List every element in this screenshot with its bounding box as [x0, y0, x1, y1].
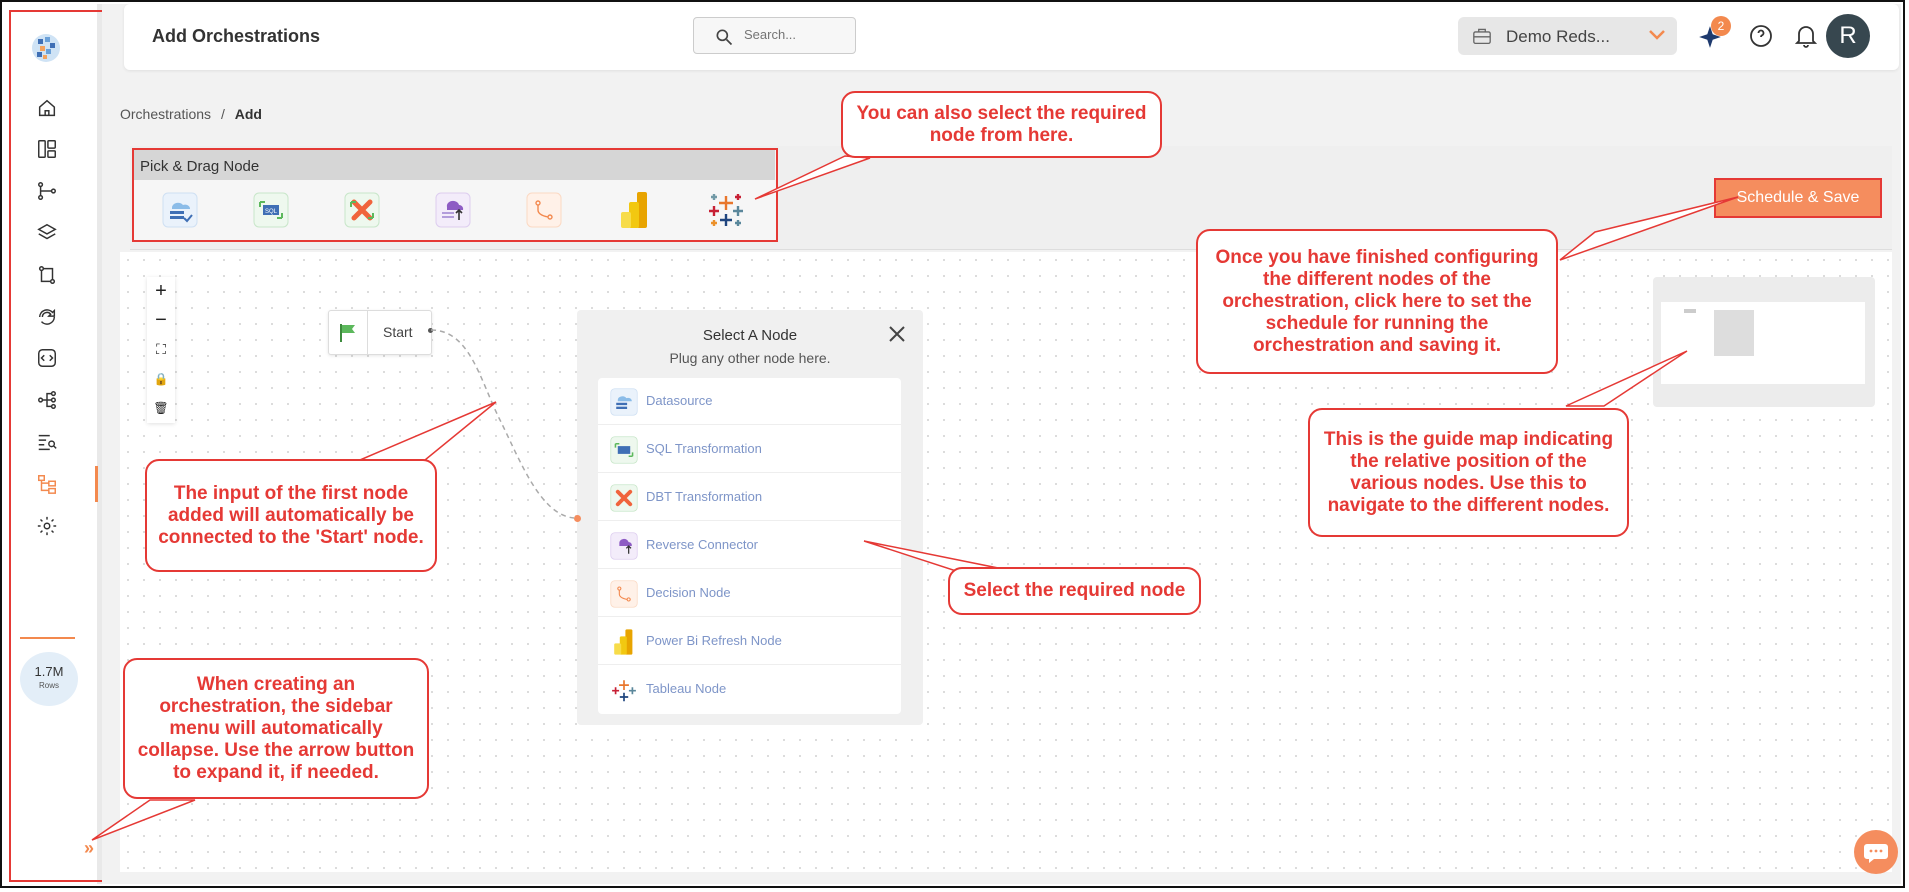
dashboard-icon[interactable]	[32, 134, 62, 164]
home-icon[interactable]	[32, 93, 62, 123]
powerbi-icon[interactable]	[615, 190, 655, 230]
callout-schedule: Once you have finished configuring the d…	[1196, 229, 1558, 374]
callout-sidebar: When creating an orchestration, the side…	[123, 658, 429, 799]
bell-icon[interactable]	[1795, 24, 1817, 48]
powerbi-icon	[610, 628, 638, 656]
help-icon[interactable]	[1749, 24, 1773, 48]
zoom-controls: + − ⛶ 🔒 🗑	[147, 277, 175, 423]
start-node[interactable]: Start	[328, 310, 432, 355]
breadcrumb-current: Add	[234, 106, 262, 122]
sql-icon	[610, 436, 638, 464]
chat-support-button[interactable]	[1854, 830, 1898, 874]
code-icon[interactable]	[32, 343, 62, 373]
query-icon[interactable]	[32, 427, 62, 457]
callout-pick-node: You can also select the required node fr…	[841, 91, 1162, 158]
notification-count-badge: 2	[1711, 16, 1731, 36]
minimap-node	[1684, 309, 1696, 313]
minimap-node	[1714, 310, 1754, 356]
sync-icon[interactable]	[32, 302, 62, 332]
workspace-label: Demo Reds...	[1506, 27, 1610, 46]
tableau-icon[interactable]	[706, 190, 746, 230]
active-indicator	[95, 466, 98, 502]
list-item-label: Datasource	[646, 393, 713, 408]
list-item-label: Power Bi Refresh Node	[646, 633, 782, 648]
callout-select: Select the required node	[948, 567, 1201, 615]
list-item[interactable]: Power Bi Refresh Node	[598, 617, 901, 665]
decision-icon[interactable]	[524, 190, 564, 230]
node-input-port[interactable]	[574, 515, 581, 522]
rows-usage-badge: 1.7M Rows	[20, 652, 78, 706]
lineage-icon[interactable]	[32, 385, 62, 415]
datasource-icon[interactable]	[160, 190, 200, 230]
list-item-label: Tableau Node	[646, 681, 727, 696]
rows-label: Rows	[38, 681, 59, 690]
list-item-label: DBT Transformation	[646, 489, 763, 504]
pipeline-icon[interactable]	[32, 176, 62, 206]
callout-start: The input of the first node added will a…	[145, 459, 437, 572]
orchestration-icon[interactable]	[32, 469, 62, 499]
svg-text:SQL: SQL	[265, 209, 278, 215]
transform-icon[interactable]	[32, 260, 62, 290]
user-avatar[interactable]: R	[1826, 14, 1870, 58]
tableau-icon	[610, 676, 638, 704]
list-item-label: Reverse Connector	[646, 537, 758, 552]
list-item[interactable]: Reverse Connector	[598, 521, 901, 569]
callout-minimap: This is the guide map indicating the rel…	[1308, 408, 1629, 537]
chevron-down-icon	[1649, 30, 1665, 40]
select-node-subtitle: Plug any other node here.	[669, 350, 831, 366]
page-title: Add Orchestrations	[152, 26, 321, 46]
expand-sidebar-icon[interactable]: »	[84, 838, 94, 859]
decision-icon	[610, 580, 638, 608]
zoom-in-icon[interactable]: +	[147, 277, 175, 305]
reverse-connector-icon	[610, 532, 638, 560]
search-input[interactable]	[742, 26, 846, 43]
dbt-icon[interactable]	[342, 190, 382, 230]
list-item[interactable]: Tableau Node	[598, 665, 901, 713]
breadcrumb-separator: /	[220, 106, 225, 122]
rows-count: 1.7M	[34, 664, 64, 679]
breadcrumb: Orchestrations / Add	[120, 106, 262, 122]
sql-icon[interactable]: SQL	[251, 190, 291, 230]
search-box[interactable]	[693, 17, 856, 54]
flag-icon	[329, 311, 368, 354]
close-icon[interactable]	[887, 324, 907, 344]
layers-icon[interactable]	[32, 218, 62, 248]
reverse-connector-icon[interactable]	[433, 190, 473, 230]
list-item[interactable]: DBT Transformation	[598, 473, 901, 521]
start-label: Start	[383, 324, 413, 340]
pick-drag-title: Pick & Drag Node	[140, 158, 260, 175]
rows-divider	[20, 637, 75, 639]
minimap-viewport	[1661, 302, 1865, 384]
list-item-label: Decision Node	[646, 585, 731, 600]
select-node-title: Select A Node	[702, 327, 798, 344]
delete-icon[interactable]: 🗑	[147, 394, 175, 422]
workspace-selector[interactable]: Demo Reds...	[1458, 17, 1677, 55]
fit-view-icon[interactable]: ⛶	[147, 335, 175, 363]
dbt-icon	[610, 484, 638, 512]
chat-icon	[1864, 844, 1888, 863]
lock-icon[interactable]: 🔒	[147, 365, 175, 393]
briefcase-icon	[1473, 28, 1491, 45]
list-item[interactable]: SQL Transformation	[598, 425, 901, 473]
breadcrumb-parent[interactable]: Orchestrations	[120, 106, 211, 122]
list-item[interactable]: Datasource	[598, 377, 901, 425]
settings-icon[interactable]	[32, 511, 62, 541]
datasource-icon	[610, 388, 638, 416]
start-output-port[interactable]	[428, 328, 433, 333]
zoom-out-icon[interactable]: −	[147, 306, 175, 334]
search-icon	[716, 29, 733, 46]
list-item[interactable]: Decision Node	[598, 569, 901, 617]
list-item-label: SQL Transformation	[646, 441, 762, 456]
schedule-save-button[interactable]: Schedule & Save	[1714, 178, 1882, 218]
